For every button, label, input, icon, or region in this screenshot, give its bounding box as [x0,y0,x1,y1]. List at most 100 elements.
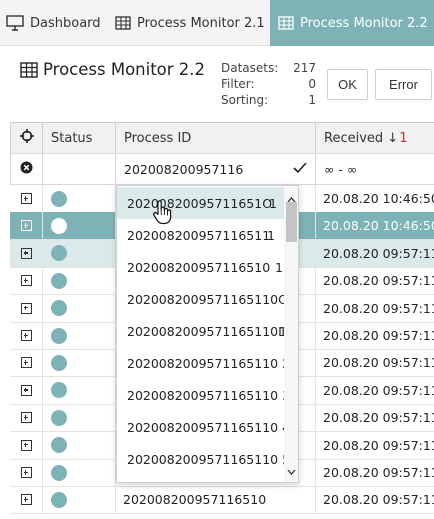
received-cell: 20.08.20 09:57:11 [315,295,434,322]
status-cell [42,267,116,295]
cell-value: 20.08.20 10:46:50 [323,218,434,234]
tab-bar: Dashboard Process Monitor 2.1 Process Mo… [0,0,434,46]
stat-sorting: Sorting: 1 [221,92,316,108]
tab-label: Process Monitor 2.1 [137,15,265,31]
suggestion-value: 2020082009571165110I [127,323,282,339]
column-header-status[interactable]: Status [42,122,116,154]
suggestion-item[interactable]: 2020082009571165110O [117,283,284,315]
expand-icon[interactable] [20,467,32,478]
column-header-process-id[interactable]: Process ID [115,122,316,154]
status-filter[interactable] [42,153,116,185]
table-icon [20,61,38,78]
received-cell: 20.08.20 09:57:11 [315,349,434,376]
suggestion-item[interactable]: 2020082009571165110 2 [117,347,284,379]
tab-process-monitor-2-2[interactable]: Process Monitor 2.2 [270,0,434,46]
process-id-filter-input[interactable]: 202008200957116 [115,153,316,185]
chevron-down-icon[interactable] [287,461,296,480]
expand-cell[interactable] [10,404,43,432]
tab-process-monitor-2-1[interactable]: Process Monitor 2.1 [106,0,270,46]
stat-value: 0 [308,77,316,91]
cell-value: 20.08.20 09:57:11 [323,492,434,508]
suggestion-value: 2020082009571165110 2 [127,355,284,371]
expand-icon[interactable] [20,302,32,314]
suggestion-item[interactable]: 20200820095711651O 1 [117,187,284,219]
column-chooser-header[interactable] [10,122,43,154]
status-indicator [51,327,67,344]
filter-value: 202008200957116 [124,161,244,177]
suggestion-item[interactable]: 2020082009571165110 3 [117,379,284,411]
expand-cell[interactable] [10,459,43,486]
expand-icon[interactable] [20,357,32,369]
cell-value: 20.08.20 09:57:11 [323,410,434,426]
expand-icon[interactable] [20,247,32,259]
expand-icon[interactable] [20,330,32,341]
cell-value: 20.08.20 09:57:11 [323,465,434,480]
process-id-suggestions-dropdown[interactable]: 20200820095711651O 1 202008200957116511 1 20… [116,185,299,483]
suggestion-item[interactable]: 202008200957116511 1 [117,219,284,251]
received-cell: 20.08.20 09:57:11 [315,486,434,513]
status-cell [42,212,116,240]
stat-value: 217 [293,61,316,75]
expand-cell[interactable] [10,322,43,349]
expand-icon[interactable] [20,220,32,232]
suggestion-item[interactable]: 2020082009571165110I1 [117,315,284,347]
expand-icon[interactable] [20,494,32,506]
column-header-label: Process ID [124,130,192,146]
received-cell: 20.08.20 09:57:11 [315,404,434,431]
expand-cell[interactable] [10,185,43,212]
stat-label: Filter: [221,77,255,91]
suggestion-count: 1 [275,259,283,275]
expand-cell[interactable] [10,486,43,514]
stat-value: 1 [308,93,316,107]
column-header-received[interactable]: Received ↓ 1 [315,122,434,154]
page-header: Process Monitor 2.2 [20,60,205,79]
scrollbar-thumb[interactable] [286,202,297,242]
expand-icon[interactable] [20,412,32,424]
status-cell [42,376,116,404]
status-cell [42,294,116,322]
status-indicator [51,491,67,508]
cell-value: 20.08.20 09:57:11 [323,328,434,343]
ok-button[interactable]: OK [327,69,368,100]
expand-cell[interactable] [10,267,43,295]
suggestion-value: 202008200957116511 [127,227,271,243]
expand-icon[interactable] [20,384,32,396]
expand-cell[interactable] [10,239,43,267]
table-icon [278,16,294,30]
dataset-stats: Datasets: 217 Filter: 0 Sorting: 1 [221,60,316,108]
column-header-label: Received [324,130,384,146]
check-icon[interactable] [293,162,307,177]
stat-datasets: Datasets: 217 [221,60,316,76]
crosshair-icon[interactable] [19,129,34,147]
suggestion-item[interactable]: 202008200957116510 1 [117,251,284,283]
status-indicator [51,382,67,399]
suggestion-value: 20200820095711651O [127,195,273,211]
cell-value: 20.08.20 09:57:11 [323,300,434,316]
status-cell [42,486,116,514]
received-cell: 20.08.20 09:57:11 [315,432,434,459]
table-row[interactable]: 202008200957116510 20.08.20 09:57:11 [10,486,434,515]
clear-filter-icon[interactable] [20,161,33,177]
dropdown-scrollbar[interactable] [284,186,298,482]
received-cell: 20.08.20 09:57:11 [315,377,434,404]
expand-cell[interactable] [10,376,43,404]
expand-icon[interactable] [20,275,32,287]
cell-value: 20.08.20 09:57:11 [323,245,434,261]
suggestion-item[interactable]: 2020082009571165110 5 [117,443,284,475]
expand-cell[interactable] [10,431,43,459]
status-indicator [51,217,67,234]
expand-icon[interactable] [20,193,32,204]
cell-value: 202008200957116510 [123,492,267,508]
clear-filter-cell[interactable] [10,153,43,185]
expand-cell[interactable] [10,212,43,240]
expand-cell[interactable] [10,294,43,322]
process-id-cell: 202008200957116510 [115,486,316,514]
stat-filter: Filter: 0 [221,76,316,92]
expand-icon[interactable] [20,439,32,451]
suggestion-item[interactable]: 2020082009571165110 4 [117,411,284,443]
tab-dashboard[interactable]: Dashboard [0,0,106,46]
expand-cell[interactable] [10,349,43,377]
received-filter[interactable]: ∞ - ∞ [315,153,434,185]
status-indicator [51,354,67,371]
error-button[interactable]: Error [375,69,432,100]
